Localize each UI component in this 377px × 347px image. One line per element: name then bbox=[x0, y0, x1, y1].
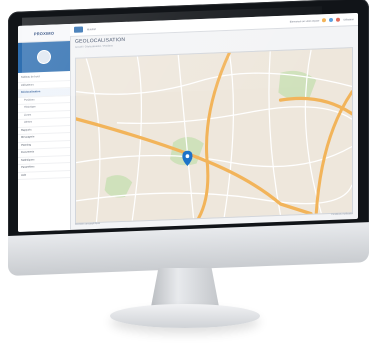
breadcrumb-item: Positions bbox=[103, 44, 113, 48]
sidebar-menu: Tableau de bord Utilisateurs Géolocalisati… bbox=[18, 71, 70, 180]
monitor-scene: PROXIMO Tableau de bord Utilisateurs Géolo… bbox=[0, 0, 377, 347]
logo-text: PROXIMO bbox=[33, 30, 55, 36]
monitor-stand-foot bbox=[110, 304, 260, 328]
terms-link[interactable]: Conditions d'utilisation bbox=[331, 213, 353, 219]
breadcrumb-item[interactable]: Accueil bbox=[75, 46, 83, 49]
avatar[interactable] bbox=[37, 49, 51, 65]
menu-toggle-button[interactable] bbox=[74, 26, 83, 33]
main-content: GEOLOCALISATION Accueil / Géolocalisatio… bbox=[70, 25, 358, 230]
welcome-text: Bienvenue sur votre espace bbox=[289, 18, 320, 24]
alert-icon[interactable] bbox=[336, 17, 341, 22]
user-name[interactable]: Utilisateur bbox=[343, 18, 354, 21]
message-icon[interactable] bbox=[329, 17, 334, 23]
sidebar-item[interactable]: Aide bbox=[18, 170, 70, 180]
topbar-label: Mobilité bbox=[87, 27, 96, 31]
map-canvas[interactable] bbox=[76, 48, 352, 223]
topbar-right: Bienvenue sur votre espace Utilisateur bbox=[290, 17, 358, 24]
breadcrumb-item[interactable]: Géolocalisation bbox=[85, 45, 101, 49]
profile-panel bbox=[18, 41, 70, 73]
map-view[interactable] bbox=[75, 47, 353, 224]
sidebar: PROXIMO Tableau de bord Utilisateurs Géolo… bbox=[18, 23, 71, 232]
map-attribution: Données cartographiques bbox=[75, 222, 101, 226]
monitor-screen: PROXIMO Tableau de bord Utilisateurs Géolo… bbox=[18, 12, 358, 232]
notification-icon[interactable] bbox=[322, 18, 327, 23]
app-logo[interactable]: PROXIMO bbox=[18, 24, 70, 43]
